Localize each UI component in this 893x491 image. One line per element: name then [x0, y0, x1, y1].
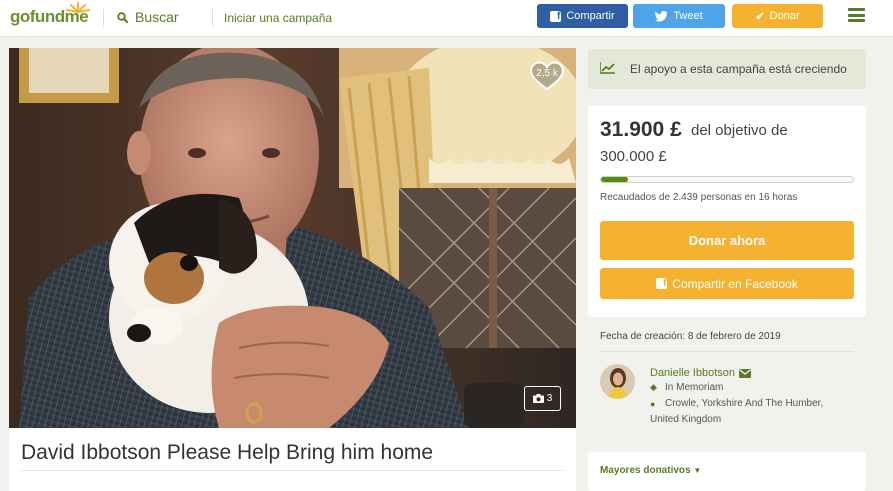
facebook-icon: f — [550, 10, 562, 22]
sun-logo-icon — [66, 2, 90, 13]
created-date: Fecha de creación: 8 de febrero de 2019 — [600, 331, 781, 342]
tweet-label: Tweet — [673, 10, 703, 22]
header-divider — [212, 9, 213, 27]
photo-gallery-button[interactable]: 3 — [524, 386, 561, 411]
location-text-2: United Kingdom — [650, 414, 722, 425]
share-facebook-label: Compartir en Facebook — [672, 276, 798, 291]
share-label: Compartir — [566, 10, 615, 22]
check-icon: ✔ — [755, 10, 765, 23]
title-card: David Ibbotson Please Help Bring him hom… — [9, 428, 576, 491]
donate-now-button[interactable]: Donar ahora — [600, 221, 854, 260]
organizer-photo — [600, 364, 635, 399]
donate-label: Donar — [769, 10, 800, 22]
category-line: ◆ In Memoriam — [650, 382, 723, 393]
map-pin-icon: ● — [650, 398, 656, 409]
hamburger-menu-icon[interactable] — [848, 8, 865, 22]
gofundme-logo[interactable]: gofundme — [10, 2, 90, 27]
caret-down-icon: ▼ — [693, 466, 702, 475]
page-title: David Ibbotson Please Help Bring him hom… — [21, 441, 434, 464]
envelope-icon[interactable] — [739, 368, 752, 378]
trending-chart-icon — [600, 62, 615, 74]
goal-amount: 300.000 £ — [600, 148, 667, 165]
donor-stats: Recaudados de 2.439 personas en 16 horas — [600, 192, 798, 203]
heart-count: 2,5 k — [536, 68, 558, 79]
header-divider — [103, 9, 104, 27]
start-campaign-link[interactable]: Iniciar una campaña — [224, 11, 332, 25]
organizer-name[interactable]: Danielle Ibbotson — [650, 367, 752, 379]
divider — [21, 470, 564, 471]
location-line: ● Crowle, Yorkshire And The Humber, — [650, 398, 823, 409]
amount-raised: 31.900 £ — [600, 118, 682, 141]
search-label: Buscar — [135, 9, 179, 25]
camera-icon — [532, 394, 544, 403]
divider — [600, 351, 854, 352]
progress-fill — [601, 177, 628, 182]
campaign-photo-image — [9, 48, 576, 428]
trending-banner: El apoyo a esta campaña está creciendo — [588, 49, 866, 89]
donate-header-button[interactable]: ✔ Donar — [732, 4, 823, 28]
top-donations-label: Mayores donativos — [600, 465, 691, 476]
organizer-name-text: Danielle Ibbotson — [650, 367, 736, 379]
tag-icon: ◆ — [650, 382, 657, 392]
donation-card: 31.900 £ del objetivo de 300.000 £ Recau… — [588, 106, 866, 317]
trending-text: El apoyo a esta campaña está creciendo — [630, 62, 847, 76]
top-nav: gofundme Buscar Iniciar una campaña f Co… — [0, 0, 893, 37]
share-facebook-button[interactable]: f Compartir en Facebook — [600, 268, 854, 299]
search-icon — [117, 11, 128, 23]
location-text-1: Crowle, Yorkshire And The Humber, — [665, 398, 824, 409]
progress-bar — [600, 176, 854, 183]
tweet-button[interactable]: Tweet — [633, 4, 725, 28]
facebook-icon: f — [656, 278, 668, 289]
campaign-photo[interactable] — [9, 48, 576, 428]
goal-prefix: del objetivo de — [691, 122, 788, 139]
top-donations-toggle[interactable]: Mayores donativos ▼ — [600, 465, 701, 476]
photo-count: 3 — [546, 393, 553, 404]
top-donations-card[interactable]: Mayores donativos ▼ — [588, 452, 866, 491]
twitter-bird-icon — [655, 10, 668, 22]
search-button[interactable]: Buscar — [117, 9, 179, 25]
facebook-share-button[interactable]: f Compartir — [537, 4, 628, 28]
category-text[interactable]: In Memoriam — [665, 382, 723, 393]
avatar[interactable] — [600, 364, 635, 399]
